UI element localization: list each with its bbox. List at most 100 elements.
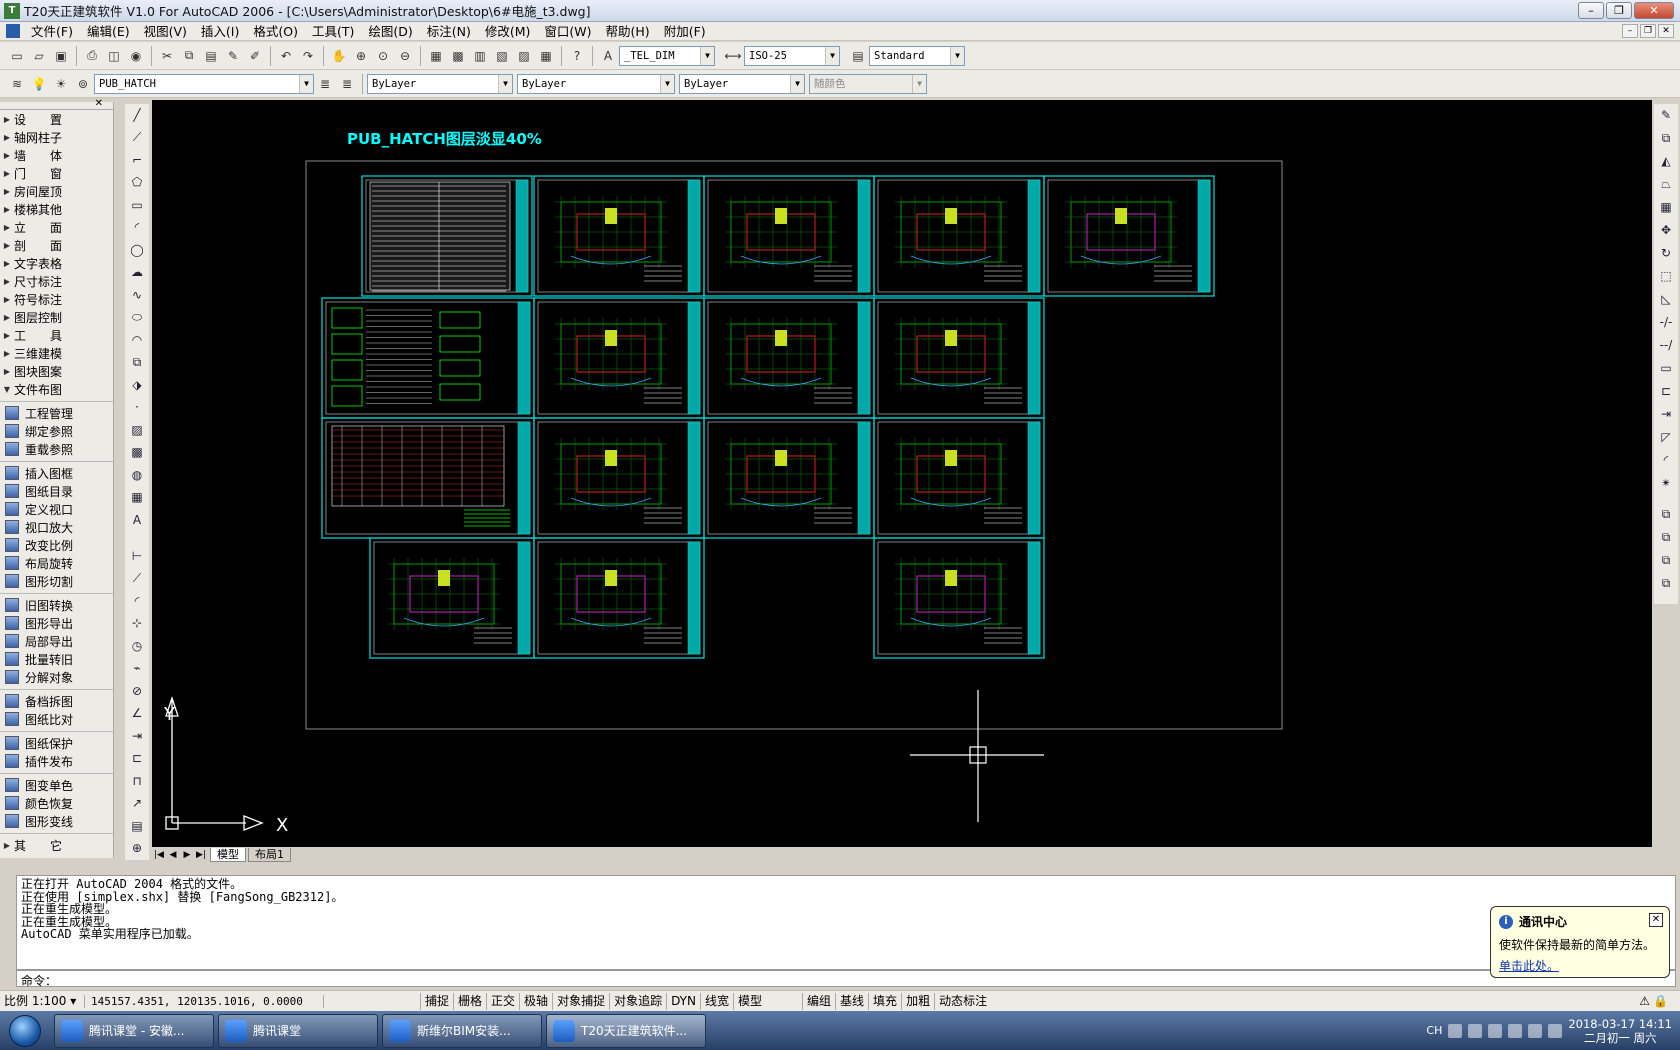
fillet-icon[interactable]: ◜ <box>1657 451 1675 469</box>
drawing-sheet[interactable] <box>873 297 1045 419</box>
calculator-icon[interactable]: ▦ <box>536 46 556 66</box>
spline-icon[interactable]: ∿ <box>128 286 146 304</box>
toggle-fill[interactable]: 填充 <box>868 992 901 1010</box>
drawing-sheet[interactable] <box>703 297 875 419</box>
center-mark-icon[interactable]: ⊕ <box>128 840 146 858</box>
dim-ordinate-icon[interactable]: ⊹ <box>128 615 146 633</box>
design-center-icon[interactable]: ▩ <box>448 46 468 66</box>
sidebar-menu-item[interactable]: ▶ 房间屋顶 <box>0 182 113 200</box>
toggle-osnap[interactable]: 对象捕捉 <box>552 992 609 1010</box>
copy-object-icon[interactable]: ⧉ <box>1657 129 1675 147</box>
menu-view[interactable]: 视图(V) <box>137 22 194 41</box>
sidebar-menu-item[interactable]: ▶ 墙 体 <box>0 146 113 164</box>
mirror-icon[interactable]: ◭ <box>1657 152 1675 170</box>
dim-jogged-icon[interactable]: ⌁ <box>128 660 146 678</box>
dim-baseline-icon[interactable]: ⊏ <box>128 750 146 768</box>
move-icon[interactable]: ✥ <box>1657 221 1675 239</box>
publish-icon[interactable]: ◉ <box>126 46 146 66</box>
rotate-icon[interactable]: ↻ <box>1657 244 1675 262</box>
layer-previous-icon[interactable]: ≣ <box>337 74 357 94</box>
drawing-sheet[interactable] <box>703 417 875 539</box>
color-select[interactable]: ByLayer ▼ <box>367 73 513 94</box>
sidebar-submenu-item[interactable]: 绑定参照 <box>0 422 113 440</box>
taskbar-button[interactable]: T20天正建筑软件... <box>546 1013 706 1048</box>
stretch-icon[interactable]: ◺ <box>1657 290 1675 308</box>
input-method-icon[interactable] <box>1468 1023 1483 1038</box>
menu-modify[interactable]: 修改(M) <box>478 22 538 41</box>
document-icon[interactable] <box>6 24 20 38</box>
sidebar-submenu-item[interactable]: 颜色恢复 <box>0 794 113 812</box>
drawing-sheet[interactable] <box>533 175 705 297</box>
menu-addon[interactable]: 附加(F) <box>657 22 713 41</box>
antivirus-icon[interactable] <box>1528 1023 1543 1038</box>
break-point-icon[interactable]: ▭ <box>1657 359 1675 377</box>
drawing-sheet[interactable] <box>533 297 705 419</box>
make-current-icon[interactable]: ≣ <box>315 74 335 94</box>
polygon-icon[interactable]: ⬠ <box>128 174 146 192</box>
dim-angular-icon[interactable]: ∠ <box>128 705 146 723</box>
sidebar-submenu-item[interactable]: 定义视口 <box>0 500 113 518</box>
sidebar-menu-item[interactable]: ▼ 文件布图 <box>0 380 113 398</box>
toggle-baseline[interactable]: 基线 <box>835 992 868 1010</box>
match-properties-icon[interactable]: ✎ <box>223 46 243 66</box>
pan-icon[interactable]: ✋ <box>329 46 349 66</box>
save-icon[interactable]: ▣ <box>51 46 71 66</box>
menu-help[interactable]: 帮助(H) <box>599 22 657 41</box>
sidebar-submenu-item[interactable]: 图形导出 <box>0 614 113 632</box>
tolerance-icon[interactable]: ▤ <box>128 817 146 835</box>
line-icon[interactable]: ╱ <box>128 106 146 124</box>
redo-icon[interactable]: ↷ <box>298 46 318 66</box>
sidebar-menu-item[interactable]: ▶ 文字表格 <box>0 254 113 272</box>
sidebar-submenu-item[interactable]: 图纸目录 <box>0 482 113 500</box>
model-space[interactable]: PUB_HATCH图层淡显40% Y X <box>152 100 1652 847</box>
hatch-icon[interactable]: ▨ <box>128 421 146 439</box>
zoom-window-icon[interactable]: ⊙ <box>373 46 393 66</box>
dim-style-select[interactable]: ISO-25 ▼ <box>744 45 840 66</box>
leader-icon[interactable]: ↗ <box>128 795 146 813</box>
dim-linear-icon[interactable]: ⊢ <box>128 547 146 565</box>
toggle-ortho[interactable]: 正交 <box>486 992 519 1010</box>
dim-radius-icon[interactable]: ◷ <box>128 637 146 655</box>
language-indicator[interactable]: CH <box>1426 1024 1442 1037</box>
drawing-sheet[interactable] <box>533 537 705 659</box>
layer-manager-icon[interactable]: ≋ <box>7 74 27 94</box>
minimize-button[interactable]: – <box>1578 2 1604 19</box>
prev-tab-icon[interactable]: ◀ <box>166 850 180 860</box>
text-style-select[interactable]: _TEL_DIM ▼ <box>619 45 715 66</box>
tool-palettes-icon[interactable]: ▥ <box>470 46 490 66</box>
toggle-dyn[interactable]: DYN <box>666 992 700 1010</box>
toggle-grid[interactable]: 栅格 <box>453 992 486 1010</box>
sidebar-submenu-item[interactable]: 分解对象 <box>0 668 113 686</box>
paste-icon[interactable]: ▤ <box>201 46 221 66</box>
erase-icon[interactable]: ✎ <box>1657 106 1675 124</box>
toggle-lineweight[interactable]: 线宽 <box>699 992 733 1010</box>
sidebar-submenu-item[interactable]: 图形变线 <box>0 812 113 830</box>
undo-icon[interactable]: ↶ <box>276 46 296 66</box>
balloon-close-button[interactable]: ✕ <box>1649 913 1663 927</box>
drawing-sheet[interactable] <box>873 175 1045 297</box>
network-icon[interactable] <box>1488 1023 1503 1038</box>
draworder-back-icon[interactable]: ⧉ <box>1657 528 1675 546</box>
sidebar-menu-item[interactable]: ▶ 三维建模 <box>0 344 113 362</box>
sidebar-submenu-item[interactable]: 图变单色 <box>0 776 113 794</box>
drawing-sheet[interactable] <box>873 537 1045 659</box>
sidebar-submenu-item[interactable]: 备档拆图 <box>0 692 113 710</box>
restore-button[interactable]: ❐ <box>1606 2 1632 19</box>
sidebar-submenu-item[interactable]: 布局旋转 <box>0 554 113 572</box>
last-tab-icon[interactable]: ▶| <box>194 850 208 860</box>
properties-icon[interactable]: ▦ <box>426 46 446 66</box>
sheet-set-icon[interactable]: ▧ <box>492 46 512 66</box>
gradient-icon[interactable]: ▩ <box>128 444 146 462</box>
scale-icon[interactable]: ⬚ <box>1657 267 1675 285</box>
sidebar-submenu-item[interactable]: 插件发布 <box>0 752 113 770</box>
region-icon[interactable]: ◍ <box>128 466 146 484</box>
balloon-link[interactable]: 单击此处。 <box>1499 957 1661 974</box>
rectangle-icon[interactable]: ▭ <box>128 196 146 214</box>
break-icon[interactable]: ⊏ <box>1657 382 1675 400</box>
cut-icon[interactable]: ✂ <box>157 46 177 66</box>
drawing-area[interactable]: PUB_HATCH图层淡显40% Y X <box>152 100 1652 847</box>
keyboard-icon[interactable] <box>1448 1023 1463 1038</box>
toggle-dynamic-dim[interactable]: 动态标注 <box>934 992 991 1010</box>
array-icon[interactable]: ▦ <box>1657 198 1675 216</box>
zoom-previous-icon[interactable]: ⊖ <box>395 46 415 66</box>
